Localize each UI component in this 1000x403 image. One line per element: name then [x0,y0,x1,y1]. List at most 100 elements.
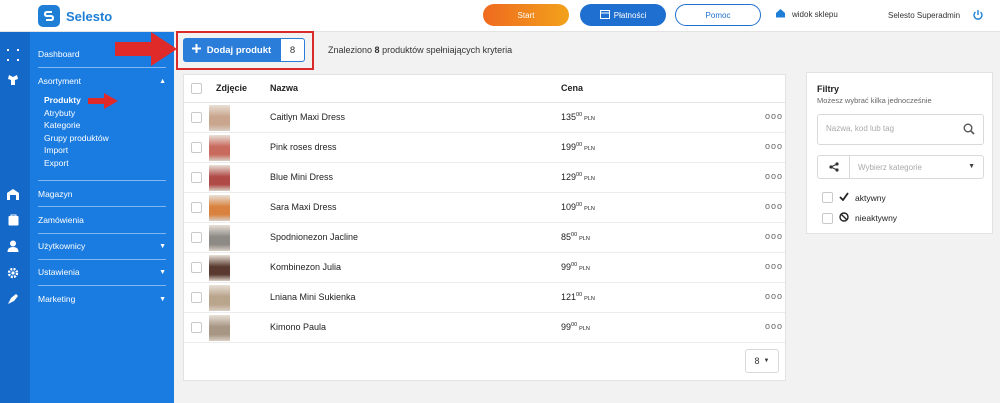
row-menu-icon[interactable]: ooo [765,321,783,331]
sidebar-item-settings[interactable]: Ustawienia ▼ [38,267,166,277]
row-checkbox[interactable] [191,232,202,243]
row-checkbox[interactable] [191,202,202,213]
active-checkbox[interactable] [822,192,833,203]
product-name[interactable]: Caitlyn Maxi Dress [270,112,345,122]
table-row[interactable]: Kombinezon Julia 9900PLN ooo [184,253,785,283]
orders-icon[interactable] [6,213,20,227]
sidebar-item-warehouse[interactable]: Magazyn [38,189,166,199]
add-product-button[interactable]: Dodaj produkt [183,38,280,62]
filter-active[interactable]: aktywny [822,192,886,203]
help-button[interactable]: Pomoc [675,4,761,26]
price-integer: 199 [561,142,577,152]
table-row[interactable]: Lniana Mini Sukienka 12100PLN ooo [184,283,785,313]
category-select[interactable]: Wybierz kategorie ▼ [817,155,984,179]
filter-search-field[interactable] [817,114,984,145]
users-icon[interactable] [6,239,20,253]
view-shop-label: widok sklepu [792,9,838,19]
product-name[interactable]: Kimono Paula [270,322,326,332]
row-menu-icon[interactable]: ooo [765,171,783,181]
settings-icon[interactable] [6,266,20,280]
product-name[interactable]: Pink roses dress [270,142,337,152]
row-checkbox[interactable] [191,292,202,303]
results-summary: Znaleziono 8 produktów spełniających kry… [328,45,512,55]
current-user[interactable]: Selesto Superadmin [888,11,960,20]
sidebar-item-orders[interactable]: Zamówienia [38,215,166,225]
row-checkbox[interactable] [191,142,202,153]
product-name[interactable]: Spodnionezon Jacline [270,232,358,242]
row-checkbox[interactable] [191,172,202,183]
product-thumbnail[interactable] [209,135,230,161]
row-checkbox[interactable] [191,262,202,273]
row-menu-icon[interactable]: ooo [765,291,783,301]
product-thumbnail[interactable] [209,255,230,281]
product-thumbnail[interactable] [209,165,230,191]
price-integer: 99 [561,322,572,332]
price-currency: PLN [579,266,590,272]
sidebar-divider [38,206,166,207]
table-row[interactable]: Pink roses dress 19900PLN ooo [184,133,785,163]
product-thumbnail[interactable] [209,195,230,221]
price-currency: PLN [584,176,595,182]
row-menu-icon[interactable]: ooo [765,231,783,241]
chevron-down-icon: ▼ [159,295,166,303]
row-menu-icon[interactable]: ooo [765,111,783,121]
filter-search-input[interactable] [826,124,956,133]
table-row[interactable]: Blue Mini Dress 12900PLN ooo [184,163,785,193]
row-checkbox[interactable] [191,112,202,123]
product-price: 9900PLN [561,322,590,332]
filters-title: Filtry [817,84,840,94]
sidebar-subitem-product-groups[interactable]: Grupy produktów [44,133,109,143]
inactive-checkbox[interactable] [822,212,833,224]
row-menu-icon[interactable]: ooo [765,141,783,151]
chevron-up-icon: ▲ [159,77,166,85]
sidebar-subitem-import[interactable]: Import [44,145,68,155]
product-price: 8500PLN [561,232,590,242]
sidebar-subitem-categories[interactable]: Kategorie [44,120,80,130]
product-name[interactable]: Blue Mini Dress [270,172,333,182]
dashboard-icon[interactable] [6,48,20,62]
table-header: Zdjęcie Nazwa Cena [184,75,785,103]
product-thumbnail[interactable] [209,315,230,341]
sidebar-item-assortment[interactable]: Asortyment ▲ [38,76,166,86]
per-page-select[interactable]: 8 ▼ [745,349,779,373]
sidebar-item-label: Ustawienia [38,267,80,277]
product-name[interactable]: Sara Maxi Dress [270,202,337,212]
product-thumbnail[interactable] [209,105,230,131]
row-menu-icon[interactable]: ooo [765,201,783,211]
filter-inactive[interactable]: nieaktywny [822,212,897,224]
sidebar-subitem-products[interactable]: Produkty [44,95,81,105]
payments-button[interactable]: Płatności [580,4,666,26]
row-checkbox[interactable] [191,322,202,333]
view-shop-link[interactable]: widok sklepu [775,8,838,20]
product-count-badge: 8 [280,38,305,62]
product-name[interactable]: Lniana Mini Sukienka [270,292,356,302]
warehouse-icon[interactable] [6,187,20,201]
table-row[interactable]: Spodnionezon Jacline 8500PLN ooo [184,223,785,253]
product-thumbnail[interactable] [209,285,230,311]
column-name[interactable]: Nazwa [270,83,298,93]
marketing-icon[interactable] [6,292,20,306]
column-price[interactable]: Cena [561,83,583,93]
start-button[interactable]: Start [483,4,569,26]
sidebar-subitem-attributes[interactable]: Atrybuty [44,108,75,118]
app-logo[interactable]: Selesto [38,5,112,27]
annotation-arrow-icon [115,32,177,66]
sidebar-divider [38,285,166,286]
sidebar-item-marketing[interactable]: Marketing ▼ [38,294,166,304]
product-thumbnail[interactable] [209,225,230,251]
select-all-checkbox[interactable] [191,83,202,94]
product-name[interactable]: Kombinezon Julia [270,262,341,272]
logout-icon[interactable] [972,9,984,24]
ban-icon [839,212,849,224]
sidebar-item-users[interactable]: Użytkownicy ▼ [38,241,166,251]
sidebar-subitem-export[interactable]: Export [44,158,69,168]
search-icon[interactable] [963,123,975,138]
table-row[interactable]: Kimono Paula 9900PLN ooo [184,313,785,343]
product-price: 13500PLN [561,112,595,122]
table-row[interactable]: Caitlyn Maxi Dress 13500PLN ooo [184,103,785,133]
price-currency: PLN [584,116,595,122]
row-menu-icon[interactable]: ooo [765,261,783,271]
table-row[interactable]: Sara Maxi Dress 10900PLN ooo [184,193,785,223]
assortment-icon[interactable] [6,73,20,87]
caret-down-icon: ▼ [763,358,770,364]
